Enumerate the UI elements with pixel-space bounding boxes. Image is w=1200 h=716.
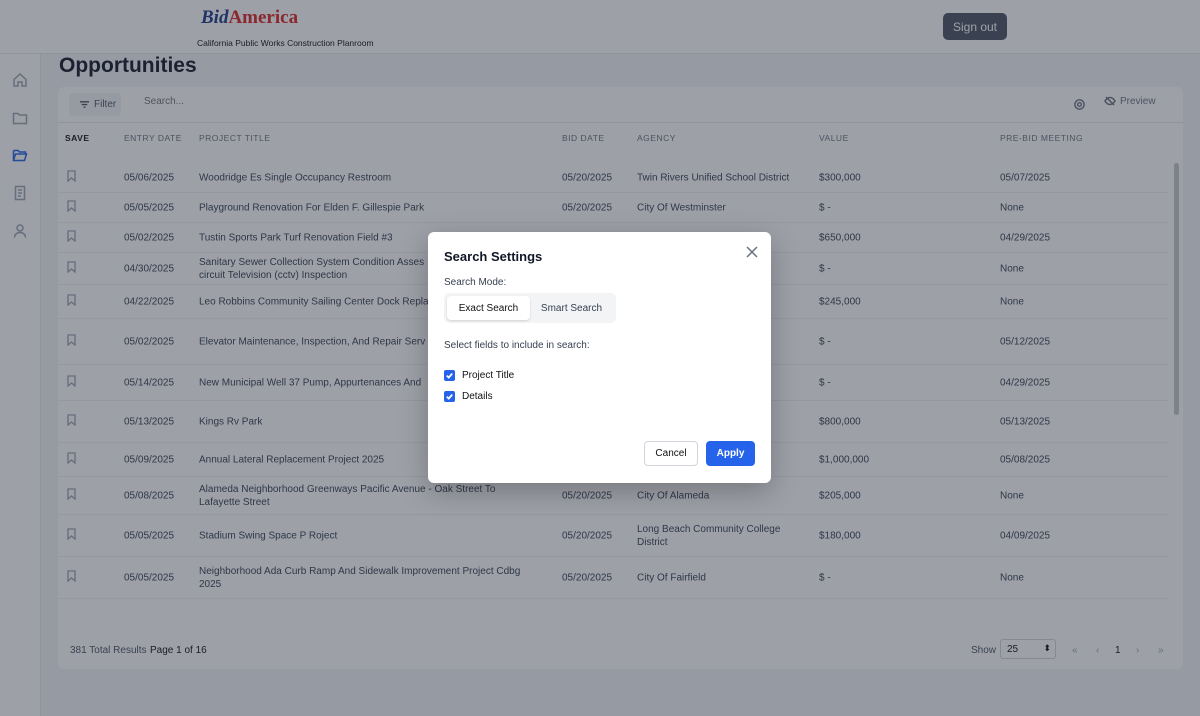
checkbox-checked-icon[interactable] [444, 370, 455, 381]
project-title-checkbox[interactable]: Project Title [444, 370, 514, 381]
search-mode-toggle: Exact Search Smart Search [444, 293, 616, 323]
apply-button[interactable]: Apply [706, 441, 755, 466]
smart-search-option[interactable]: Smart Search [530, 296, 613, 320]
dialog-title: Search Settings [444, 249, 543, 264]
fields-label: Select fields to include in search: [444, 340, 590, 351]
cancel-button[interactable]: Cancel [644, 441, 698, 466]
checkbox-checked-icon[interactable] [444, 391, 455, 402]
details-checkbox[interactable]: Details [444, 391, 493, 402]
search-settings-dialog: Search Settings Search Mode: Exact Searc… [428, 232, 771, 483]
exact-search-option[interactable]: Exact Search [447, 296, 530, 320]
search-mode-label: Search Mode: [444, 277, 507, 288]
close-icon[interactable] [746, 245, 760, 259]
